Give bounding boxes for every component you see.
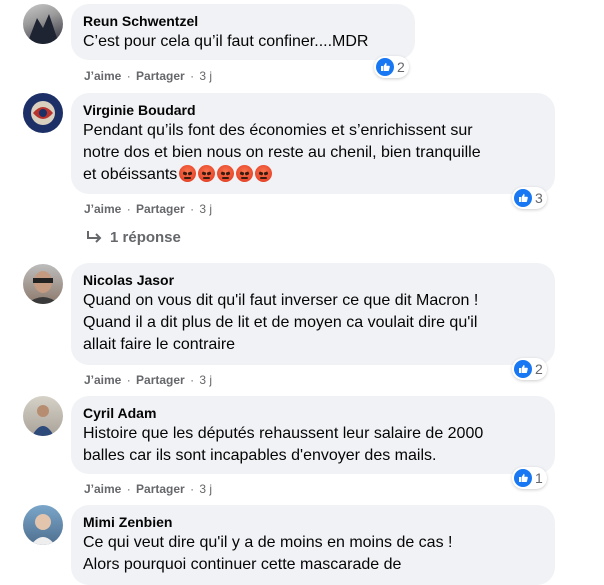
reaction-summary[interactable]: 1 (512, 467, 547, 489)
avatar[interactable] (23, 396, 63, 436)
like-link[interactable]: J’aime (84, 202, 121, 216)
timestamp[interactable]: 3 j (199, 202, 212, 216)
angry-face-icon (255, 165, 273, 182)
like-reaction-icon (514, 469, 532, 487)
comment-bubble: Reun Schwentzel C’est pour cela qu’il fa… (71, 4, 415, 60)
comment-actions: J’aime · Partager · 3 j (84, 482, 213, 496)
timestamp[interactable]: 3 j (199, 482, 212, 496)
comment-bubble: Mimi Zenbien Ce qui veut dire qu'il y a … (71, 505, 555, 585)
timestamp[interactable]: 3 j (199, 69, 212, 83)
share-link[interactable]: Partager (136, 202, 185, 216)
comment-author[interactable]: Cyril Adam (83, 404, 543, 422)
comment-text-line: Quand il a dit plus de lit et de moyen c… (83, 314, 478, 331)
avatar[interactable] (23, 505, 63, 545)
avatar[interactable] (23, 264, 63, 304)
like-reaction-icon (514, 360, 532, 378)
comment-actions: J’aime · Partager · 3 j (84, 69, 213, 83)
timestamp[interactable]: 3 j (199, 373, 212, 387)
angry-face-icon (217, 165, 235, 182)
comment-text-line: allait faire le contraire (83, 336, 236, 353)
like-link[interactable]: J’aime (84, 373, 121, 387)
reaction-summary[interactable]: 2 (374, 56, 409, 78)
reaction-count: 1 (535, 470, 543, 486)
comment-author[interactable]: Mimi Zenbien (83, 513, 543, 531)
comment-author[interactable]: Nicolas Jasor (83, 271, 543, 289)
like-reaction-icon (514, 189, 532, 207)
reaction-summary[interactable]: 2 (512, 358, 547, 380)
angry-face-icon (198, 165, 216, 182)
angry-face-icon (236, 165, 254, 182)
comment-text-line: Quand on vous dit qu'il faut inverser ce… (83, 292, 479, 309)
reply-arrow-icon (87, 230, 102, 243)
avatar[interactable] (23, 4, 63, 44)
avatar-photo-icon (31, 514, 55, 545)
comment-text-line: Pendant qu’ils font des économies et s’e… (83, 122, 473, 139)
view-replies-link[interactable]: 1 réponse (86, 229, 181, 246)
comment-text-line: C’est pour cela qu’il faut confiner....M… (83, 33, 369, 50)
replies-count: 1 réponse (110, 229, 181, 246)
avatar[interactable] (23, 93, 63, 133)
avatar-photo-icon (27, 14, 59, 44)
comment-author[interactable]: Reun Schwentzel (83, 12, 403, 30)
like-link[interactable]: J’aime (84, 482, 121, 496)
share-link[interactable]: Partager (136, 373, 185, 387)
reaction-summary[interactable]: 3 (512, 187, 547, 209)
comment-text-last-line: et obéissants (83, 164, 543, 186)
comment-bubble: Nicolas Jasor Quand on vous dit qu'il fa… (71, 263, 555, 365)
comment-bubble: Cyril Adam Histoire que les députés reha… (71, 396, 555, 474)
avatar-photo-icon (31, 101, 55, 125)
comment-text-line: Alors pourquoi continuer cette mascarade… (83, 556, 402, 573)
comment-bubble: Virginie Boudard Pendant qu’ils font des… (71, 93, 555, 194)
angry-face-icon (179, 165, 197, 182)
comment-actions: J’aime · Partager · 3 j (84, 373, 213, 387)
reaction-count: 2 (397, 59, 405, 75)
reaction-count: 2 (535, 361, 543, 377)
avatar-photo-icon (32, 405, 54, 436)
share-link[interactable]: Partager (136, 69, 185, 83)
comment-text-line: balles car ils sont incapables d'envoyer… (83, 447, 437, 464)
reaction-count: 3 (535, 190, 543, 206)
comment-actions: J’aime · Partager · 3 j (84, 202, 213, 216)
comment-text-line: Histoire que les députés rehaussent leur… (83, 425, 484, 442)
share-link[interactable]: Partager (136, 482, 185, 496)
avatar-photo-icon (27, 271, 59, 304)
like-link[interactable]: J’aime (84, 69, 121, 83)
comment-text-line: notre dos et bien nous on reste au cheni… (83, 144, 481, 161)
comment-text-line: et obéissants (83, 166, 178, 183)
comment-author[interactable]: Virginie Boudard (83, 101, 543, 119)
comment-text-line: Ce qui veut dire qu'il y a de moins en m… (83, 534, 453, 551)
like-reaction-icon (376, 58, 394, 76)
